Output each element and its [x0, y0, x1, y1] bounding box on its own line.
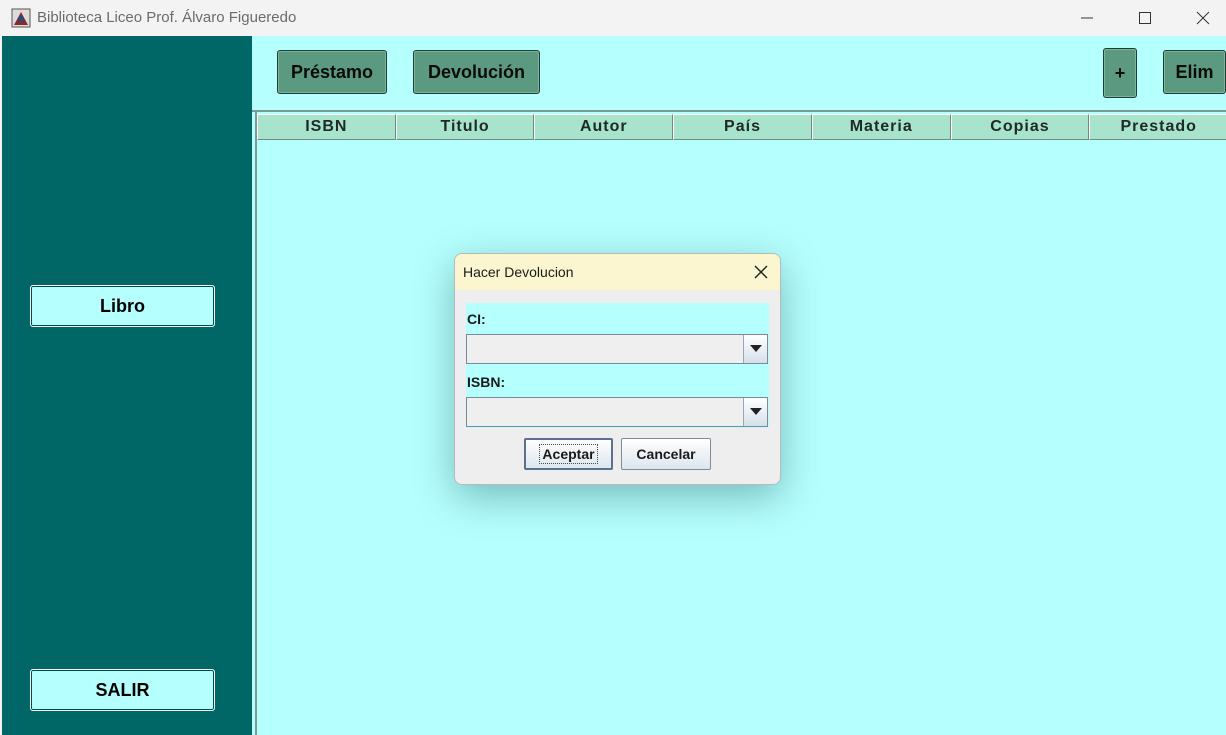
dialog-title: Hacer Devolucion — [463, 264, 574, 280]
column-header-autor[interactable]: Autor — [534, 114, 674, 140]
devolucion-button[interactable]: Devolución — [413, 50, 540, 94]
elim-button[interactable]: Elim — [1163, 50, 1226, 94]
aceptar-button[interactable]: Aceptar — [524, 438, 613, 470]
ci-combobox[interactable] — [466, 334, 768, 364]
column-header-pais[interactable]: País — [673, 114, 812, 140]
window-title: Biblioteca Liceo Prof. Álvaro Figueredo — [37, 9, 297, 26]
isbn-combobox[interactable] — [466, 397, 768, 427]
cancelar-button[interactable]: Cancelar — [621, 438, 711, 470]
prestamo-button[interactable]: Préstamo — [277, 50, 387, 94]
libro-button[interactable]: Libro — [30, 285, 215, 327]
close-icon — [754, 265, 768, 279]
maximize-button[interactable] — [1116, 0, 1174, 36]
table-header: ISBN Titulo Autor País Materia Copias Pr… — [257, 114, 1226, 140]
title-bar: Biblioteca Liceo Prof. Álvaro Figueredo — [0, 0, 1226, 36]
app-icon — [11, 8, 31, 28]
dialog-title-bar: Hacer Devolucion — [455, 254, 780, 290]
ci-dropdown-button[interactable] — [743, 335, 767, 363]
column-header-titulo[interactable]: Titulo — [395, 114, 535, 140]
minimize-button[interactable] — [1058, 0, 1116, 36]
ci-label: CI: — [467, 311, 486, 327]
minimize-icon — [1081, 17, 1093, 19]
close-icon — [1196, 11, 1210, 25]
add-button[interactable]: + — [1103, 48, 1137, 98]
sidebar: Libro SALIR — [2, 36, 252, 735]
column-header-materia[interactable]: Materia — [811, 114, 951, 140]
salir-button[interactable]: SALIR — [30, 669, 215, 711]
maximize-icon — [1139, 12, 1151, 24]
column-header-isbn[interactable]: ISBN — [257, 114, 396, 140]
close-window-button[interactable] — [1174, 0, 1226, 36]
devolucion-dialog: Hacer Devolucion CI: ISBN: Aceptar Cance… — [454, 253, 781, 485]
isbn-dropdown-button[interactable] — [743, 398, 767, 426]
chevron-down-icon — [749, 345, 762, 352]
isbn-label: ISBN: — [467, 374, 506, 390]
dialog-form: CI: ISBN: — [466, 303, 769, 428]
column-header-prestado[interactable]: Prestado — [1089, 114, 1226, 140]
dialog-close-button[interactable] — [752, 263, 770, 281]
column-header-copias[interactable]: Copias — [950, 114, 1090, 140]
chevron-down-icon — [749, 408, 762, 415]
aceptar-label: Aceptar — [539, 444, 598, 464]
